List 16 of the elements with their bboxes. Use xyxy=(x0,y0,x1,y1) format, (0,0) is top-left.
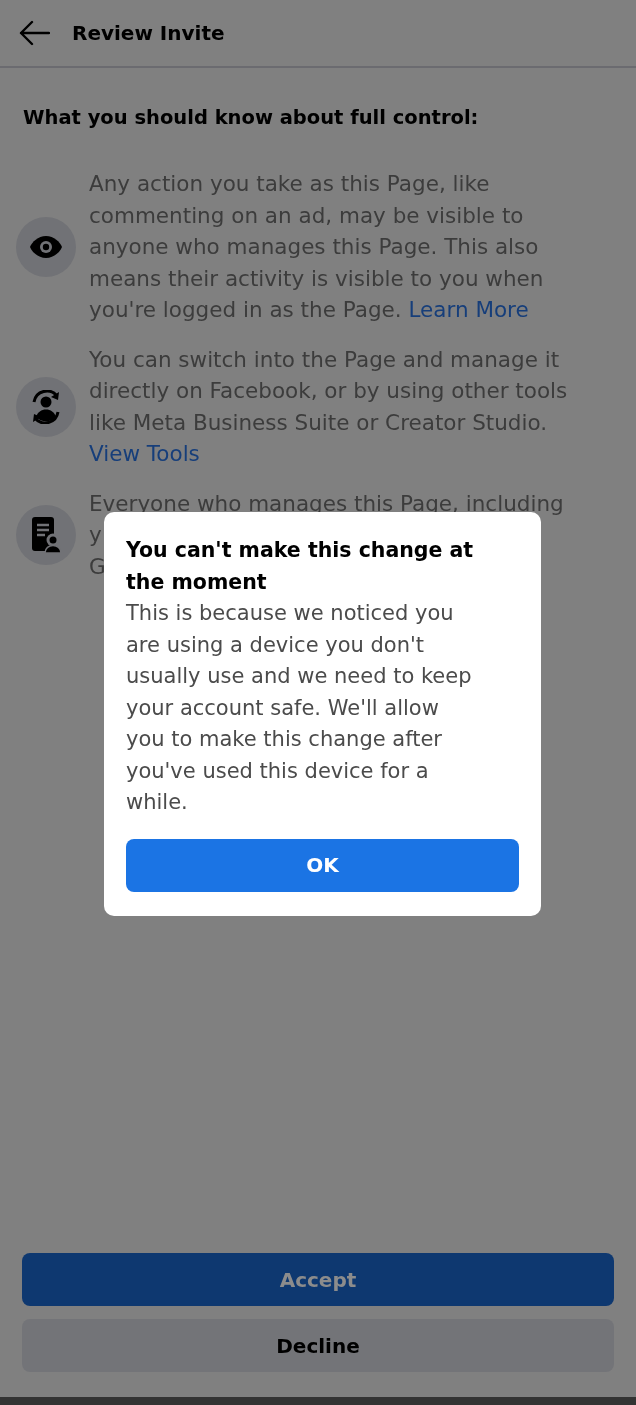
body-text: You can switch into the Page and manage it directly on Facebook, or by using other tools like Meta Business Suite or Creator Studio. View Tools xyxy=(89,345,569,468)
decline-button[interactable]: Decline xyxy=(22,1319,614,1372)
back-arrow-icon xyxy=(18,20,50,46)
dialog-message: This is because we noticed you are using a device you don't usually use and we need to keep your account safe. We'll allow you to make this change after you've used this device for a while. xyxy=(126,600,473,816)
section-heading: What you should know about full control: xyxy=(22,105,480,131)
body-text: G xyxy=(89,552,106,581)
link[interactable]: Learn More xyxy=(408,297,529,322)
dialog-title: You can't make this change at the moment xyxy=(126,537,475,596)
body-text: y xyxy=(89,521,102,549)
page-title: Review Invite xyxy=(72,20,225,47)
document-person-icon xyxy=(31,516,61,553)
body-text: Any action you take as this Page, like commenting on an ad, may be visible to anyone who manages this Page. This also means their activity is visible to you when you're logged in as the Page. Learn More xyxy=(89,170,545,324)
ok-button[interactable]: OK xyxy=(126,838,519,892)
accept-button[interactable]: Accept xyxy=(22,1253,614,1306)
link[interactable]: View Tools xyxy=(89,441,200,466)
eye-icon xyxy=(30,235,62,258)
